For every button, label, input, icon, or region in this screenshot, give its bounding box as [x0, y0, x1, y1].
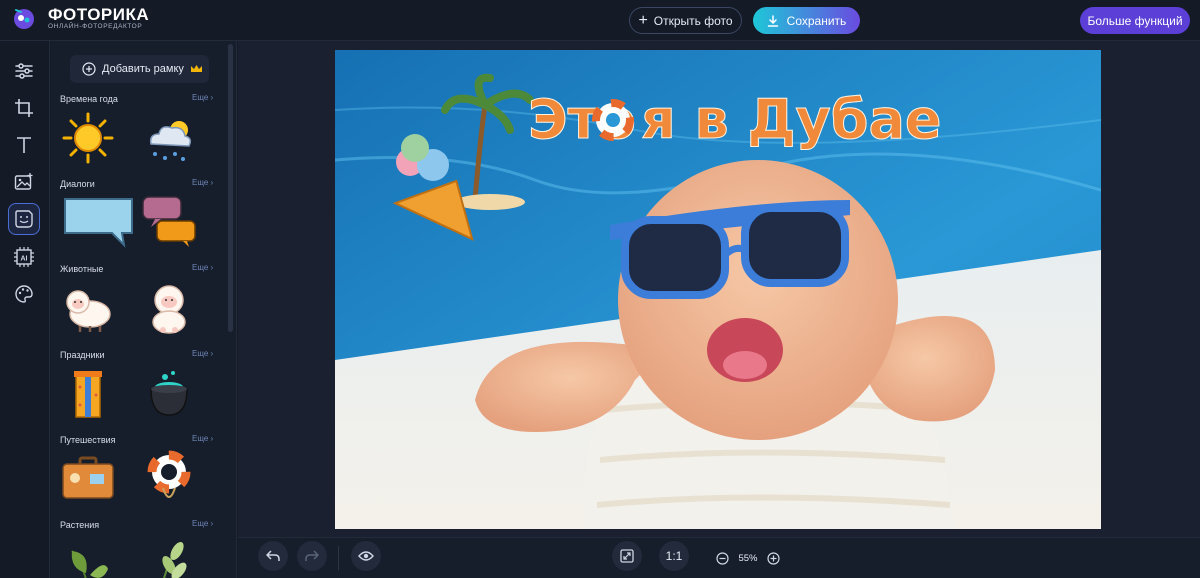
category-title: Путешествия — [60, 435, 116, 445]
open-photo-label: Открыть фото — [653, 13, 733, 28]
text-tool[interactable] — [8, 129, 40, 161]
image-add-icon — [14, 173, 33, 190]
photo-image: Это я в Дубае — [335, 50, 1101, 529]
adjust-icon — [15, 63, 33, 79]
category-more-link[interactable]: Еще › — [192, 434, 213, 443]
bottom-divider — [338, 546, 339, 570]
plus-icon: + — [638, 11, 648, 29]
fit-screen-icon — [620, 549, 634, 563]
category-more-link[interactable]: Еще › — [192, 93, 213, 102]
more-features-button[interactable]: Больше функций — [1080, 7, 1190, 34]
plus-circle-icon — [82, 62, 96, 76]
leaves-icon[interactable] — [60, 535, 116, 578]
download-icon — [767, 14, 778, 27]
sticker-icon — [15, 210, 33, 228]
suitcase-icon[interactable] — [60, 450, 116, 506]
redo-icon — [305, 550, 319, 561]
category-more-link[interactable]: Еще › — [192, 349, 213, 358]
zoom-out-icon[interactable] — [716, 551, 729, 565]
panel-scrollbar[interactable] — [228, 44, 233, 332]
actual-size-label: 1:1 — [665, 549, 683, 563]
cauldron-icon[interactable] — [141, 365, 197, 421]
sticker-tool[interactable] — [8, 203, 40, 235]
tool-strip: AI — [0, 41, 50, 578]
category-more-link[interactable]: Еще › — [192, 519, 213, 528]
ai-icon: AI — [14, 247, 34, 267]
image-add-tool[interactable] — [8, 166, 40, 198]
lifebuoy-icon[interactable] — [141, 450, 197, 506]
caption-text-part2: я в Дубае — [641, 88, 942, 151]
redo-button[interactable] — [297, 541, 327, 571]
category-title: Времена года — [60, 94, 118, 104]
open-photo-button[interactable]: + Открыть фото — [629, 7, 742, 34]
fit-screen-button[interactable] — [612, 541, 642, 571]
category-title: Диалоги — [60, 179, 95, 189]
gift-box-icon[interactable] — [60, 365, 116, 421]
palette-tool[interactable] — [8, 278, 40, 310]
zoom-level: 55% — [738, 552, 758, 564]
add-frame-label: Добавить рамку — [102, 63, 184, 75]
leaves-pale-icon[interactable] — [141, 535, 197, 578]
sheep-sitting-icon[interactable] — [141, 280, 197, 336]
undo-icon — [266, 550, 280, 561]
more-features-label: Больше функций — [1087, 13, 1183, 28]
brand-name: ФОТОРИКА — [48, 5, 150, 24]
ai-tool[interactable]: AI — [8, 241, 40, 273]
actual-size-button[interactable]: 1:1 — [659, 541, 689, 571]
category-more-link[interactable]: Еще › — [192, 178, 213, 187]
zoom-in-icon[interactable] — [767, 551, 780, 565]
sheep-icon[interactable] — [60, 280, 116, 336]
speech-bubbles-pair-icon[interactable] — [141, 193, 197, 249]
adjust-tool[interactable] — [8, 55, 40, 87]
text-icon — [17, 137, 31, 153]
save-label: Сохранить — [786, 13, 847, 28]
eye-icon — [358, 551, 374, 561]
crown-icon — [190, 65, 202, 72]
preview-button[interactable] — [351, 541, 381, 571]
category-title: Животные — [60, 264, 104, 274]
category-more-link[interactable]: Еще › — [192, 263, 213, 272]
cloud-snow-icon[interactable] — [141, 110, 197, 166]
category-title: Праздники — [60, 350, 105, 360]
crop-tool[interactable] — [8, 92, 40, 124]
zoom-control: 55% — [712, 544, 784, 572]
speech-bubble-blue-icon[interactable] — [62, 193, 136, 249]
palette-icon — [15, 285, 33, 303]
sticker-panel: Добавить рамку Времена года Еще › Диалог… — [51, 41, 237, 578]
add-frame-button[interactable]: Добавить рамку — [70, 55, 209, 83]
photo-canvas[interactable]: Это я в Дубае — [335, 50, 1101, 529]
logo-icon — [14, 9, 34, 29]
brand-subtitle: ОНЛАЙН-ФОТОРЕДАКТОР — [48, 23, 143, 30]
sun-icon[interactable] — [60, 110, 116, 166]
category-title: Растения — [60, 520, 100, 530]
crop-icon — [15, 99, 33, 117]
undo-button[interactable] — [258, 541, 288, 571]
top-bar: ФОТОРИКА ОНЛАЙН-ФОТОРЕДАКТОР + Открыть ф… — [0, 0, 1200, 41]
save-button[interactable]: Сохранить — [753, 7, 860, 34]
svg-text:AI: AI — [21, 256, 28, 263]
